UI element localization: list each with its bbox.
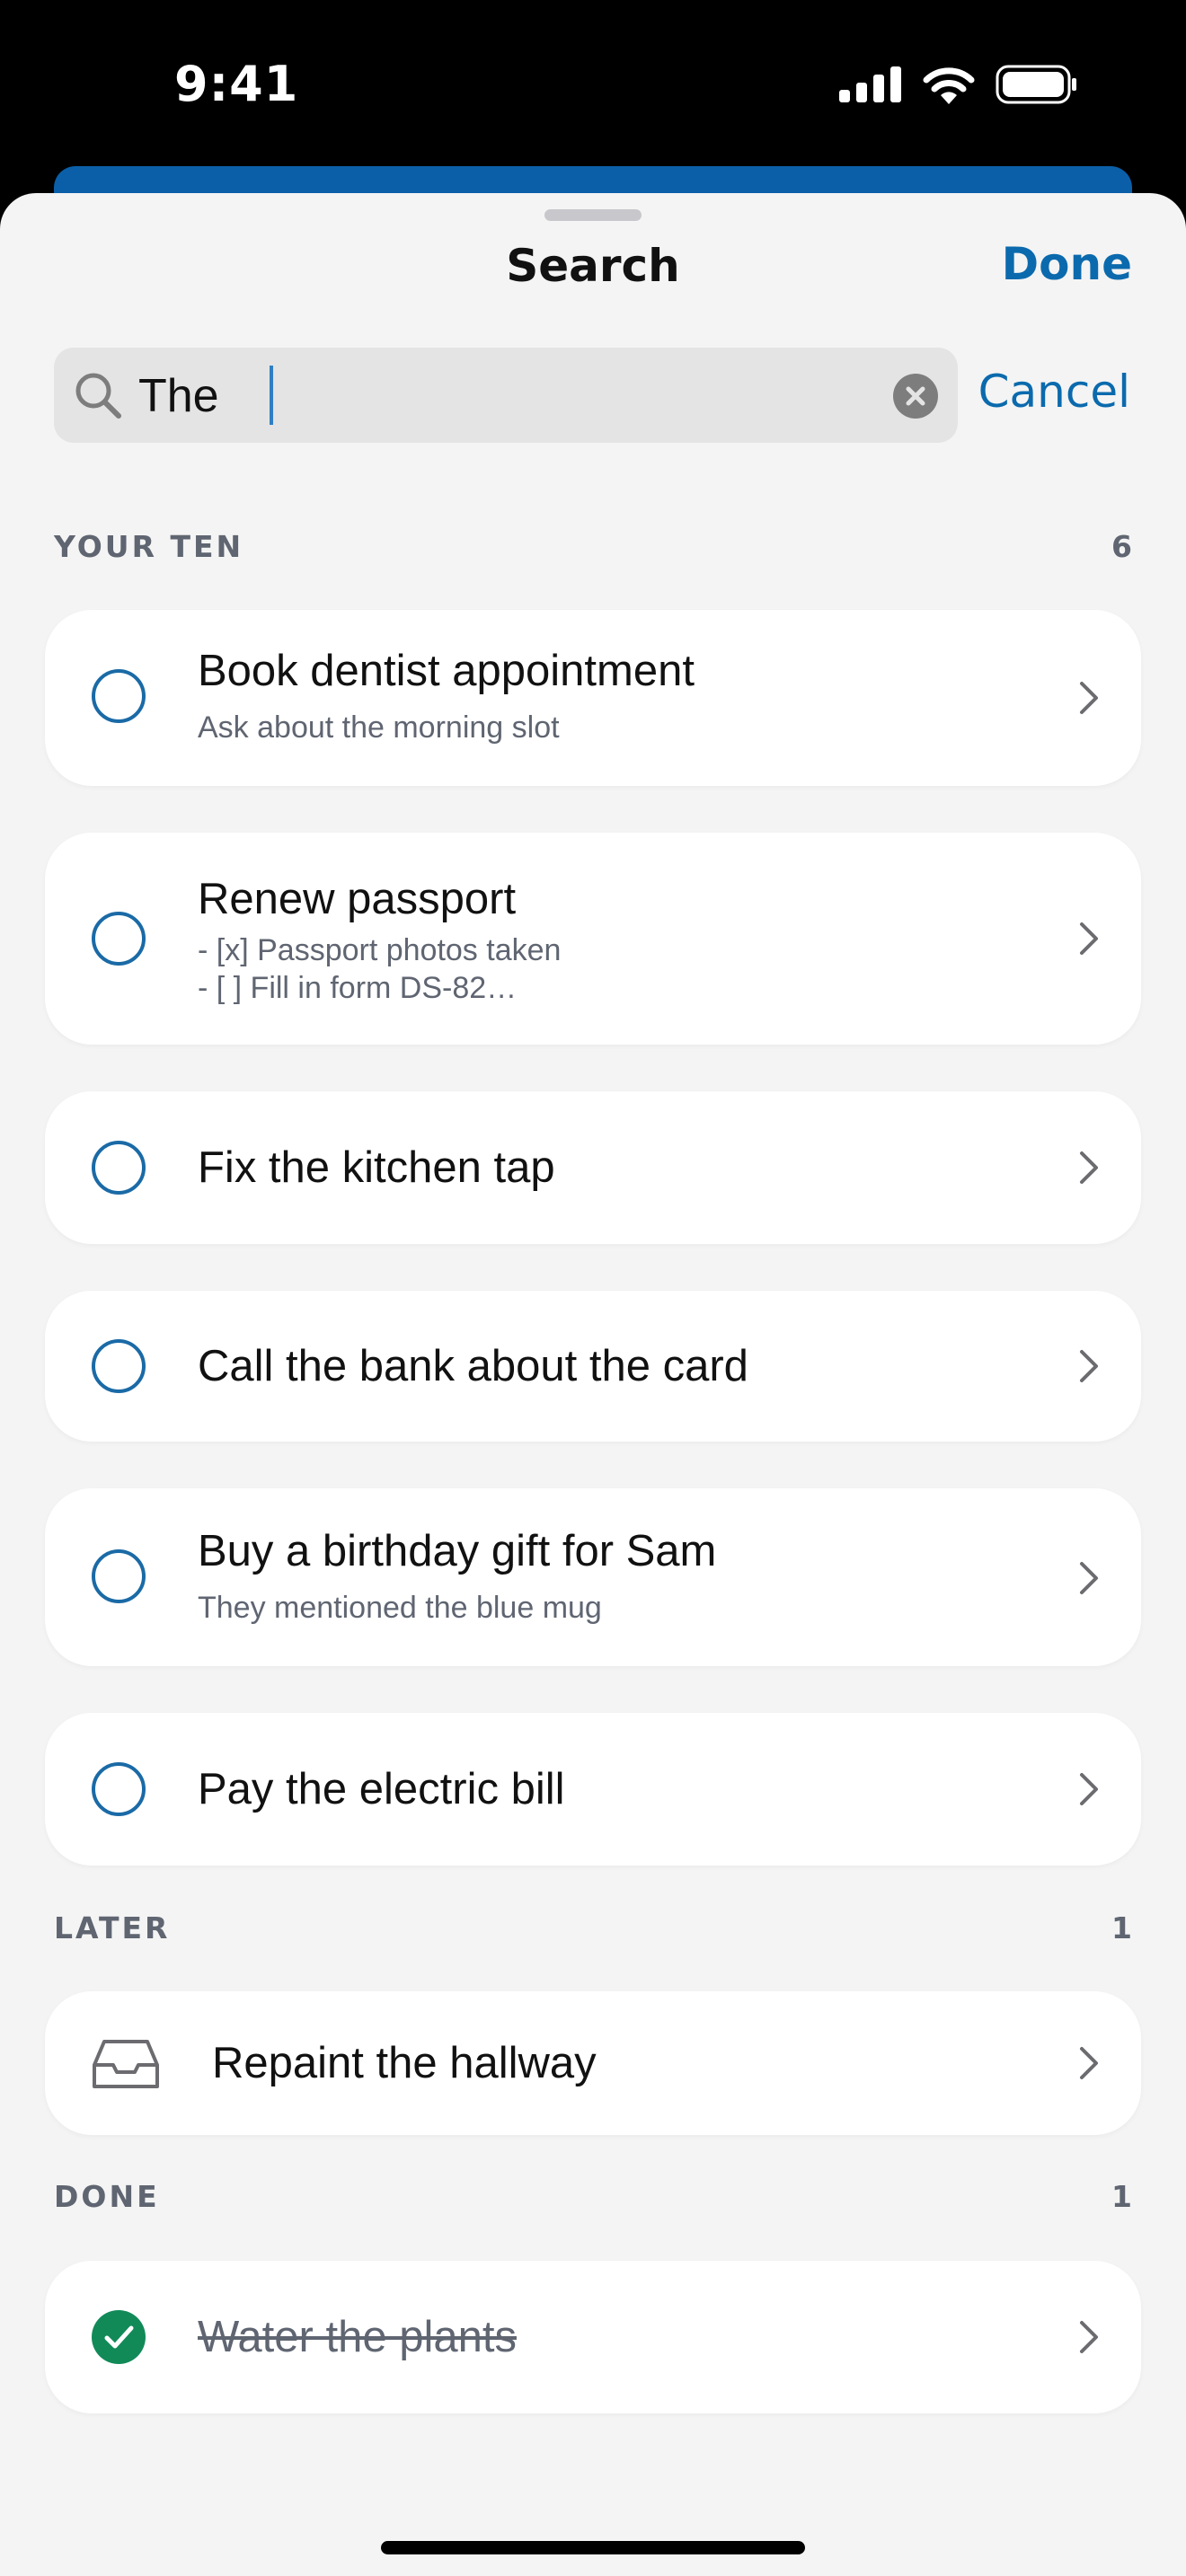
inbox-tray-icon — [93, 2040, 159, 2088]
search-sheet: Search Done The Cancel YOUR TEN 6 Book d… — [0, 193, 1186, 2576]
item-note-line: - [x] Passport photos taken — [198, 933, 562, 967]
home-indicator[interactable] — [381, 2541, 805, 2554]
complete-toggle[interactable] — [92, 1141, 146, 1195]
complete-toggle[interactable] — [92, 1549, 146, 1603]
cellular-signal-icon — [839, 66, 901, 102]
complete-toggle[interactable] — [92, 669, 146, 723]
cancel-button[interactable]: Cancel — [978, 366, 1130, 418]
list-item[interactable]: Pay the electric bill — [45, 1713, 1141, 1866]
completed-toggle[interactable] — [92, 2310, 146, 2364]
section-count: 1 — [1111, 2179, 1132, 2214]
complete-toggle[interactable] — [92, 912, 146, 966]
checkmark-icon — [104, 2325, 134, 2349]
wifi-icon — [923, 67, 975, 104]
sheet-grabber[interactable] — [544, 209, 642, 221]
item-title: Call the bank about the card — [198, 1342, 748, 1390]
chevron-right-icon — [1080, 1151, 1098, 1184]
chevron-right-icon — [1080, 1350, 1098, 1382]
section-label: LATER — [54, 1910, 171, 1945]
section-count: 6 — [1111, 529, 1132, 564]
item-title: Pay the electric bill — [198, 1765, 565, 1813]
section-header-your-ten: YOUR TEN 6 — [54, 529, 1132, 564]
search-query: The — [138, 370, 219, 422]
chevron-right-icon — [1080, 1773, 1098, 1805]
item-title: Repaint the hallway — [212, 2039, 597, 2087]
list-item[interactable]: Buy a birthday gift for Sam They mention… — [45, 1488, 1141, 1666]
search-input[interactable]: The — [54, 348, 958, 443]
list-item[interactable]: Renew passport - [x] Passport photos tak… — [45, 833, 1141, 1045]
section-header-later: LATER 1 — [54, 1910, 1132, 1945]
section-label: YOUR TEN — [54, 529, 244, 564]
clear-icon — [906, 386, 925, 406]
chevron-right-icon — [1080, 682, 1098, 714]
section-header-done: DONE 1 — [54, 2179, 1132, 2214]
status-icons — [839, 65, 1078, 104]
chevron-right-icon — [1080, 2321, 1098, 2353]
item-note-line: - [ ] Fill in form DS-82… — [198, 971, 518, 1005]
chevron-right-icon — [1080, 1562, 1098, 1594]
item-title: Renew passport — [198, 875, 517, 923]
item-title: Buy a birthday gift for Sam — [198, 1527, 717, 1575]
status-time: 9:41 — [174, 56, 299, 112]
clear-search-button[interactable] — [893, 374, 938, 419]
item-title: Fix the kitchen tap — [198, 1143, 555, 1192]
item-title: Book dentist appointment — [198, 647, 695, 695]
list-item[interactable]: Water the plants — [45, 2261, 1141, 2413]
complete-toggle[interactable] — [92, 1762, 146, 1816]
chevron-right-icon — [1080, 2047, 1098, 2079]
item-note: Ask about the morning slot — [198, 710, 560, 745]
list-item[interactable]: Call the bank about the card — [45, 1291, 1141, 1442]
status-bar: 9:41 — [0, 0, 1186, 171]
section-count: 1 — [1111, 1910, 1132, 1945]
search-icon — [75, 373, 121, 419]
list-item[interactable]: Fix the kitchen tap — [45, 1091, 1141, 1244]
item-note: They mentioned the blue mug — [198, 1591, 602, 1625]
item-title: Water the plants — [198, 2313, 517, 2361]
text-cursor — [270, 366, 273, 425]
battery-icon — [996, 65, 1076, 104]
complete-toggle[interactable] — [92, 1339, 146, 1393]
section-label: DONE — [54, 2179, 160, 2214]
list-item[interactable]: Book dentist appointment Ask about the m… — [45, 610, 1141, 786]
done-button[interactable]: Done — [1002, 238, 1132, 290]
chevron-right-icon — [1080, 922, 1098, 955]
list-item[interactable]: Repaint the hallway — [45, 1991, 1141, 2135]
